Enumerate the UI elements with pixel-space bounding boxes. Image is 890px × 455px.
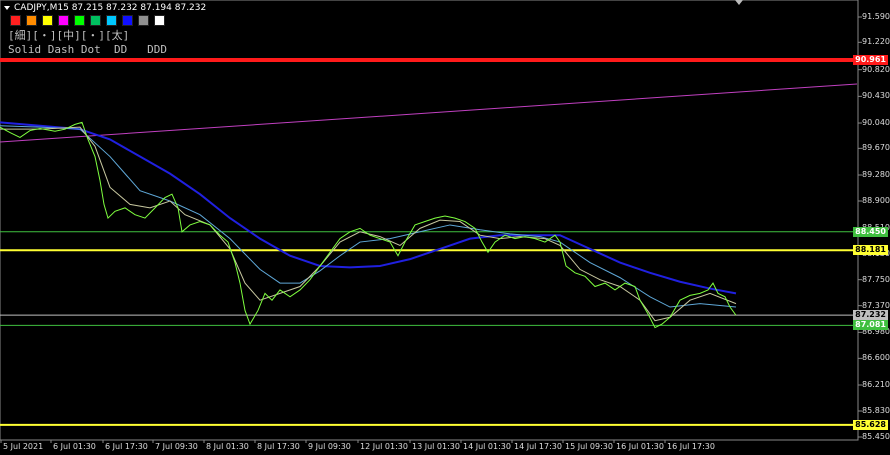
symbol-header: CADJPY,M15 87.215 87.232 87.194 87.232 — [4, 3, 206, 14]
trend-line[interactable] — [0, 83, 858, 143]
x-axis-label: 14 Jul 01:30 — [463, 442, 511, 451]
line-width-row: [細][・][中][・][太] — [8, 29, 167, 43]
dropdown-arrow-icon[interactable] — [4, 5, 10, 10]
y-axis-label: 89.670 — [862, 143, 890, 153]
style-solid-button[interactable]: Solid — [8, 43, 41, 56]
width-medium-button[interactable]: [中] — [57, 29, 81, 42]
y-axis-label: 86.600 — [862, 353, 890, 363]
x-axis-label: 13 Jul 01:30 — [412, 442, 460, 451]
swatch-lime[interactable] — [74, 15, 85, 26]
width-dot1-button[interactable]: [・] — [32, 29, 56, 42]
swatch-orange[interactable] — [26, 15, 37, 26]
width-thick-button[interactable]: [太] — [105, 29, 129, 42]
swatch-magenta[interactable] — [58, 15, 69, 26]
x-axis-label: 8 Jul 01:30 — [206, 442, 249, 451]
width-dot2-button[interactable]: [・] — [81, 29, 105, 42]
green-level-lower-tag: 87.081 — [853, 320, 888, 331]
x-axis-label: 6 Jul 01:30 — [53, 442, 96, 451]
x-axis-label: 7 Jul 09:30 — [155, 442, 198, 451]
y-axis-label: 85.830 — [862, 406, 890, 415]
x-axis-label: 5 Jul 2021 — [3, 442, 44, 451]
axis-frame — [0, 0, 862, 443]
yellow-level-lower-tag: 85.628 — [853, 419, 888, 430]
x-axis-label: 9 Jul 09:30 — [308, 442, 351, 451]
swatch-green[interactable] — [90, 15, 101, 26]
y-axis-label: 86.210 — [862, 380, 890, 389]
style-dash-button[interactable]: Dash — [48, 43, 75, 56]
horizontal-levels — [0, 58, 858, 426]
y-axis-label: 90.430 — [862, 91, 890, 101]
style-dot-button[interactable]: Dot — [81, 43, 101, 56]
slow-moving-average — [0, 121, 737, 295]
y-axis-label: 87.750 — [862, 274, 890, 284]
y-axis-label: 85.450 — [862, 432, 890, 441]
x-axis-label: 14 Jul 17:30 — [514, 442, 562, 451]
red-level-tag: 90.961 — [853, 55, 888, 66]
fast-moving-average — [0, 126, 737, 322]
y-axis-label: 87.370 — [862, 300, 890, 310]
swatch-white[interactable] — [154, 15, 165, 26]
swatch-gray[interactable] — [138, 15, 149, 26]
y-axis-label: 91.220 — [862, 37, 890, 47]
x-axis-label: 16 Jul 17:30 — [667, 442, 715, 451]
swatch-blue[interactable] — [122, 15, 133, 26]
chart-shift-marker-icon[interactable] — [735, 0, 743, 5]
x-axis-label: 8 Jul 17:30 — [257, 442, 300, 451]
x-axis-label: 6 Jul 17:30 — [105, 442, 148, 451]
y-axis-label: 89.280 — [862, 170, 890, 179]
x-axis-label: 12 Jul 01:30 — [360, 442, 408, 451]
swatch-red[interactable] — [10, 15, 21, 26]
y-axis-label: 90.820 — [862, 64, 890, 74]
y-axis-label: 88.900 — [862, 196, 890, 205]
color-palette — [10, 15, 165, 26]
style-dd-button[interactable]: DD — [114, 43, 127, 56]
y-axis-label: 91.590 — [862, 12, 890, 21]
width-thin-button[interactable]: [細] — [8, 29, 32, 42]
price-chart[interactable] — [0, 0, 890, 455]
chart-window[interactable]: CADJPY,M15 87.215 87.232 87.194 87.232 [… — [0, 0, 890, 455]
line-style-row: Solid Dash Dot DD DDD — [8, 43, 167, 57]
green-level-upper-tag: 88.450 — [853, 226, 888, 237]
y-axis-label: 90.040 — [862, 118, 890, 128]
style-ddd-button[interactable]: DDD — [147, 43, 167, 56]
price-line — [0, 121, 737, 329]
x-axis-label: 15 Jul 09:30 — [565, 442, 613, 451]
yellow-level-upper-tag: 88.181 — [853, 245, 888, 256]
swatch-cyan[interactable] — [106, 15, 117, 26]
current-price-tag: 87.232 — [853, 310, 888, 321]
symbol-quote: CADJPY,M15 87.215 87.232 87.194 87.232 — [14, 3, 207, 13]
line-style-toolbar: [細][・][中][・][太] Solid Dash Dot DD DDD — [8, 29, 167, 57]
swatch-yellow[interactable] — [42, 15, 53, 26]
x-axis-label: 16 Jul 01:30 — [616, 442, 664, 451]
